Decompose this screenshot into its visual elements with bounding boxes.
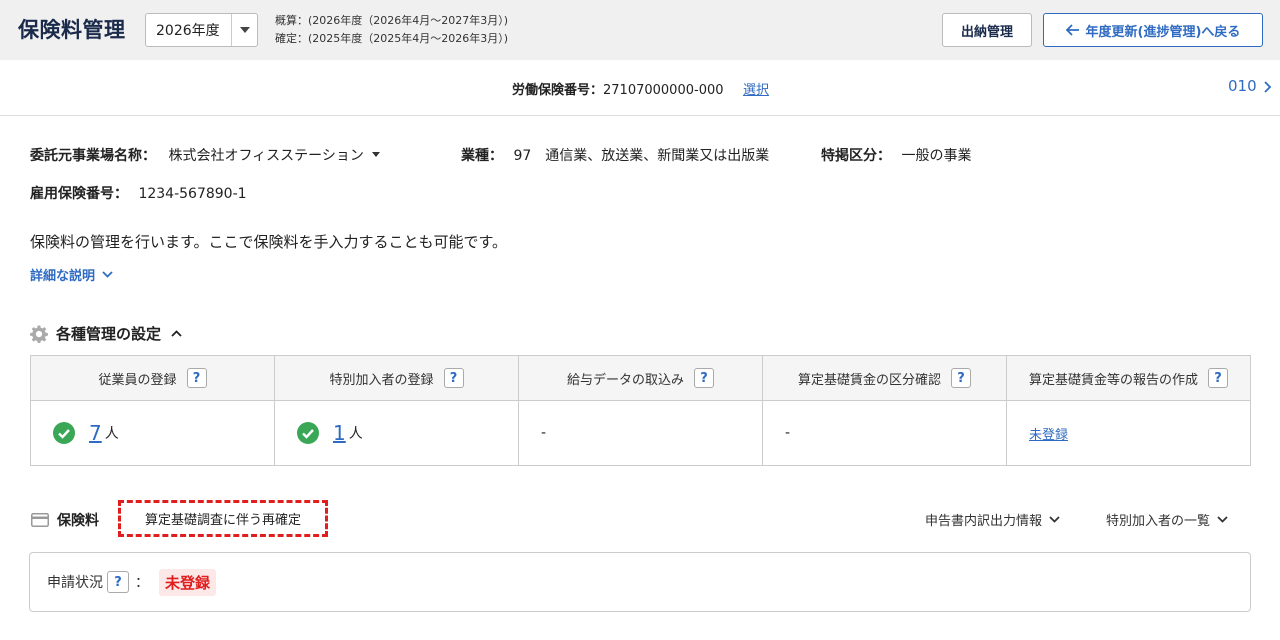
premium-title: 保険料 (57, 513, 99, 529)
settings-section-toggle[interactable]: 各種管理の設定 (30, 323, 182, 344)
chevron-right-icon[interactable] (1264, 81, 1272, 93)
column-header: 算定基礎賃金の区分確認? (763, 356, 1006, 401)
column-header-label: 特別加入者の登録 (329, 372, 434, 388)
column-header: 特別加入者の登録? (275, 356, 518, 401)
category-info: 特掲区分： 一般の事業 (821, 145, 971, 165)
column-value: - (785, 425, 791, 441)
labor-insurance-label: 労働保険番号： (512, 83, 604, 98)
wage-report-unregistered-link[interactable]: 未登録 (1029, 424, 1068, 443)
select-insurance-link[interactable]: 選択 (743, 79, 769, 98)
premium-section-title: 保険料 (31, 510, 99, 530)
application-status-box: 申請状況 ? ： 未登録 (29, 552, 1251, 612)
column-header: 算定基礎賃金等の報告の作成? (1007, 356, 1250, 401)
year-select-value: 2026年度 (156, 23, 220, 39)
column-header: 給与データの取込み? (519, 356, 762, 401)
status-badge: 未登録 (159, 568, 217, 596)
period-info: 概算：(2026年度（2026年4月～2027年3月）) 確定：(2025年度（… (275, 12, 508, 48)
caret-down-icon (371, 152, 380, 157)
insurance-number-bar: 労働保険番号：27107000000-000 選択 010 (0, 64, 1280, 116)
card-icon (31, 513, 49, 527)
help-icon[interactable]: ? (951, 368, 971, 388)
category-label: 特掲区分： (821, 148, 891, 164)
column-header-label: 算定基礎賃金等の報告の作成 (1028, 372, 1198, 388)
industry-info: 業種： 97 通信業、放送業、新聞業又は出版業 (461, 145, 769, 165)
settings-column-employees: 従業員の登録? 7 人 (31, 356, 275, 465)
help-icon[interactable]: ? (1208, 368, 1228, 388)
client-value: 株式会社オフィスステーション (168, 148, 364, 164)
labor-insurance-value: 27107000000-000 (603, 83, 724, 98)
chevron-down-icon (1049, 516, 1060, 523)
cash-management-button[interactable]: 出納管理 (942, 13, 1032, 47)
settings-title: 各種管理の設定 (56, 325, 162, 343)
column-body: - (763, 401, 1006, 465)
back-to-progress-button[interactable]: 年度更新(進捗管理)へ戻る (1043, 13, 1263, 47)
chevron-up-icon (171, 330, 182, 337)
category-value: 一般の事業 (901, 148, 972, 164)
help-icon[interactable]: ? (694, 368, 714, 388)
settings-column-payroll-import: 給与データの取込み? - (519, 356, 763, 465)
reconfirm-button[interactable]: 算定基礎調査に伴う再確定 (118, 500, 328, 537)
header: 保険料管理 2026年度 概算：(2026年度（2026年4月～2027年3月）… (0, 0, 1280, 60)
client-label: 委託元事業場名称： (30, 148, 156, 164)
check-circle-icon (53, 422, 75, 444)
output-info-toggle[interactable]: 申告書内訳出力情報 (925, 510, 1060, 529)
chevron-down-icon (1217, 516, 1228, 523)
employee-count-link[interactable]: 7 (89, 421, 102, 445)
status-label: 申請状況 (47, 575, 103, 591)
help-icon[interactable]: ? (186, 368, 207, 388)
page-title: 保険料管理 (18, 18, 126, 42)
chevron-down-icon[interactable] (231, 14, 257, 46)
check-circle-icon (297, 422, 319, 444)
period-confirmed: 確定：(2025年度（2025年4月～2026年3月）) (275, 32, 509, 45)
special-member-count-link[interactable]: 1 (333, 421, 346, 445)
column-header: 従業員の登録? (31, 356, 274, 401)
back-button-label: 年度更新(進捗管理)へ戻る (1085, 24, 1241, 40)
column-header-label: 算定基礎賃金の区分確認 (797, 372, 941, 388)
output-info-label: 申告書内訳出力情報 (925, 514, 1043, 529)
client-dropdown[interactable]: 株式会社オフィスステーション (168, 148, 380, 164)
arrow-left-icon (1065, 24, 1079, 36)
industry-label: 業種： (461, 148, 503, 164)
column-body: - (519, 401, 762, 465)
settings-column-wage-category: 算定基礎賃金の区分確認? - (763, 356, 1007, 465)
column-body: 7 人 (31, 401, 274, 465)
detail-link-label: 詳細な説明 (30, 269, 96, 284)
office-code-link[interactable]: 010 (1228, 77, 1257, 95)
column-header-label: 従業員の登録 (98, 372, 177, 388)
employment-insurance-info: 雇用保険番号： 1234-567890-1 (30, 183, 247, 203)
count-unit: 人 (348, 426, 363, 442)
column-body: 1 人 (275, 401, 518, 465)
employment-label: 雇用保険番号： (30, 186, 128, 202)
special-member-list-toggle[interactable]: 特別加入者の一覧 (1106, 510, 1228, 529)
gear-icon (30, 324, 48, 343)
year-select[interactable]: 2026年度 (145, 13, 258, 47)
period-estimate: 概算：(2026年度（2026年4月～2027年3月）) (275, 14, 509, 27)
help-icon[interactable]: ? (107, 571, 129, 593)
industry-value: 97 通信業、放送業、新聞業又は出版業 (513, 148, 770, 164)
column-header-label: 給与データの取込み (566, 372, 684, 388)
settings-column-special-members: 特別加入者の登録? 1 人 (275, 356, 519, 465)
count-unit: 人 (104, 426, 119, 442)
settings-grid: 従業員の登録? 7 人 特別加入者の登録? 1 人 給与データの取込み? - 算… (30, 355, 1251, 466)
special-member-list-label: 特別加入者の一覧 (1106, 514, 1211, 529)
page-description: 保険料の管理を行います。ここで保険料を手入力することも可能です。 (30, 233, 508, 251)
labor-insurance-number: 労働保険番号：27107000000-000 (512, 79, 724, 98)
settings-column-wage-report: 算定基礎賃金等の報告の作成? 未登録 (1007, 356, 1250, 465)
chevron-down-icon (102, 271, 113, 278)
employment-value: 1234-567890-1 (138, 186, 247, 202)
client-info: 委託元事業場名称： 株式会社オフィスステーション (30, 145, 380, 165)
detail-explanation-toggle[interactable]: 詳細な説明 (30, 265, 113, 284)
column-body: 未登録 (1007, 401, 1250, 465)
status-separator: ： (135, 575, 149, 591)
help-icon[interactable]: ? (443, 368, 464, 388)
column-value: - (541, 425, 547, 441)
